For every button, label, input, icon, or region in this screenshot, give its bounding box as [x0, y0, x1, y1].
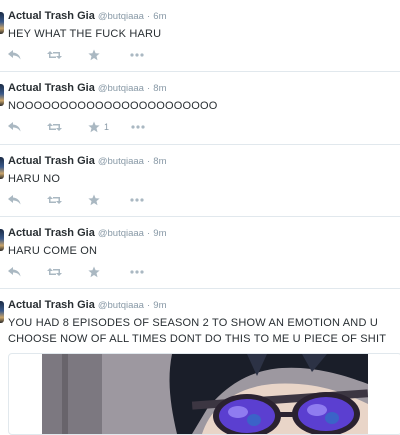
- reply-arrow-icon: [8, 122, 21, 132]
- favorite-button[interactable]: 1: [88, 121, 109, 133]
- favorite-button[interactable]: [88, 194, 104, 206]
- display-name[interactable]: Actual Trash Gia: [8, 227, 95, 239]
- display-name[interactable]: Actual Trash Gia: [8, 299, 95, 311]
- avatar[interactable]: [0, 301, 4, 323]
- avatar[interactable]: [0, 229, 4, 251]
- reply-button[interactable]: [8, 267, 21, 277]
- anime-character-goggles-image: [42, 354, 368, 434]
- separator: ·: [147, 228, 151, 239]
- more-dots-icon: [130, 198, 144, 202]
- tweet-header: Actual Trash Gia @butqiaaa · 8m: [8, 82, 166, 94]
- tweet-media[interactable]: [8, 353, 400, 435]
- timestamp[interactable]: 8m: [153, 83, 166, 94]
- avatar[interactable]: [0, 84, 4, 106]
- star-icon: [88, 266, 100, 278]
- username[interactable]: @butqiaaa: [98, 156, 144, 167]
- display-name[interactable]: Actual Trash Gia: [8, 10, 95, 22]
- display-name[interactable]: Actual Trash Gia: [8, 82, 95, 94]
- tweet-actions: [8, 193, 170, 207]
- tweet-header: Actual Trash Gia @butqiaaa · 9m: [8, 227, 166, 239]
- retweet-icon: [47, 123, 62, 131]
- reply-arrow-icon: [8, 267, 21, 277]
- tweet-actions: 1: [8, 120, 171, 134]
- username[interactable]: @butqiaaa: [98, 228, 144, 239]
- retweet-icon: [47, 51, 62, 59]
- tweet-actions: [8, 265, 170, 279]
- tweet-text: HARU NO: [8, 173, 61, 185]
- separator: ·: [147, 300, 151, 311]
- reply-arrow-icon: [8, 50, 21, 60]
- tweet-header: Actual Trash Gia @butqiaaa · 9m: [8, 299, 166, 311]
- more-button[interactable]: [130, 198, 144, 202]
- tweet[interactable]: Actual Trash Gia @butqiaaa · 8m NOOOOOOO…: [0, 72, 400, 145]
- reply-button[interactable]: [8, 122, 21, 132]
- favorite-button[interactable]: [88, 49, 104, 61]
- username[interactable]: @butqiaaa: [98, 83, 144, 94]
- timestamp[interactable]: 9m: [153, 228, 166, 239]
- tweet-text: NOOOOOOOOOOOOOOOOOOOOOOO: [8, 100, 218, 112]
- tweet[interactable]: Actual Trash Gia @butqiaaa · 6m HEY WHAT…: [0, 0, 400, 72]
- timestamp[interactable]: 9m: [153, 300, 166, 311]
- retweet-button[interactable]: [47, 267, 62, 277]
- media-image[interactable]: [42, 354, 368, 434]
- timestamp[interactable]: 6m: [153, 11, 166, 22]
- separator: ·: [147, 83, 151, 94]
- tweet-text: HARU COME ON: [8, 245, 98, 257]
- retweet-icon: [47, 196, 62, 204]
- tweet[interactable]: Actual Trash Gia @butqiaaa · 9m HARU COM…: [0, 217, 400, 289]
- retweet-icon: [47, 268, 62, 276]
- more-dots-icon: [130, 53, 144, 57]
- reply-arrow-icon: [8, 195, 21, 205]
- display-name[interactable]: Actual Trash Gia: [8, 155, 95, 167]
- separator: ·: [147, 156, 151, 167]
- username[interactable]: @butqiaaa: [98, 300, 144, 311]
- more-dots-icon: [130, 270, 144, 274]
- star-icon: [88, 121, 100, 133]
- avatar[interactable]: [0, 12, 4, 34]
- more-button[interactable]: [131, 125, 145, 129]
- tweet-actions: [8, 48, 170, 62]
- retweet-button[interactable]: [47, 122, 62, 132]
- more-dots-icon: [131, 125, 145, 129]
- reply-button[interactable]: [8, 195, 21, 205]
- tweet-text: YOU HAD 8 EPISODES OF SEASON 2 TO SHOW A…: [8, 317, 387, 345]
- star-icon: [88, 194, 100, 206]
- favorite-count: 1: [104, 122, 110, 132]
- retweet-button[interactable]: [47, 50, 62, 60]
- reply-button[interactable]: [8, 50, 21, 60]
- favorite-button[interactable]: [88, 266, 104, 278]
- tweet-text: HEY WHAT THE FUCK HARU: [8, 28, 162, 40]
- retweet-button[interactable]: [47, 195, 62, 205]
- separator: ·: [147, 11, 151, 22]
- avatar[interactable]: [0, 157, 4, 179]
- timestamp[interactable]: 8m: [153, 156, 166, 167]
- more-button[interactable]: [130, 270, 144, 274]
- tweet-header: Actual Trash Gia @butqiaaa · 8m: [8, 155, 166, 167]
- star-icon: [88, 49, 100, 61]
- tweet-header: Actual Trash Gia @butqiaaa · 6m: [8, 10, 166, 22]
- username[interactable]: @butqiaaa: [98, 11, 144, 22]
- tweet[interactable]: Actual Trash Gia @butqiaaa · 8m HARU NO: [0, 145, 400, 217]
- more-button[interactable]: [130, 53, 144, 57]
